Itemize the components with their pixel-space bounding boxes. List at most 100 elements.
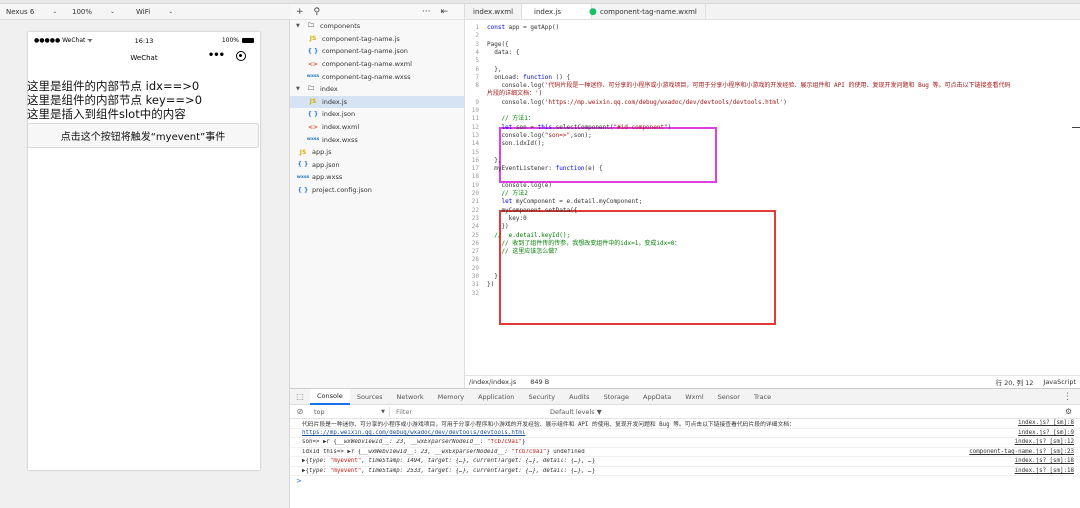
line-number: 20 bbox=[471, 190, 479, 197]
line-number: 31 bbox=[471, 281, 479, 289]
code-token: this bbox=[537, 123, 553, 131]
close-target-icon[interactable] bbox=[236, 50, 246, 61]
tree-item-app-js[interactable]: JS app.js bbox=[290, 146, 464, 159]
tree-item-component-tag-name-wxml[interactable]: <> component-tag-name.wxml bbox=[290, 58, 464, 71]
console-message-part: ▶{ bbox=[302, 458, 309, 465]
tree-item-index-wxss[interactable]: wxss index.wxss bbox=[290, 133, 464, 146]
collapse-panel-icon[interactable]: ⇤ bbox=[440, 7, 448, 17]
code-token: 片段的详细文档：' bbox=[487, 90, 539, 98]
json-file-icon: { } bbox=[307, 110, 319, 118]
trigger-myevent-button[interactable]: 点击这个按钮将触发“myevent”事件 bbox=[27, 123, 259, 148]
code-line: 10 bbox=[465, 107, 1077, 115]
tree-item-index-json[interactable]: { } index.json bbox=[290, 108, 464, 121]
code-line: 7 onLoad: function () { bbox=[465, 74, 1077, 82]
clear-console-icon[interactable]: ⊘ bbox=[290, 407, 310, 416]
code-line: 12 let son = this.selectComponent("#id-c… bbox=[465, 124, 1077, 132]
tab-component-wxml[interactable]: component-tag-name.wxml bbox=[592, 4, 706, 19]
kebab-menu-icon[interactable]: ⋮ bbox=[1063, 392, 1080, 402]
tree-item-app-json[interactable]: { } app.json bbox=[290, 159, 464, 172]
devtools-tab-wxml[interactable]: Wxml bbox=[678, 389, 710, 405]
tree-item-component-tag-name-js[interactable]: JS component-tag-name.js bbox=[290, 33, 464, 46]
source-link[interactable]: index.js? [sm]:9 bbox=[1018, 430, 1074, 436]
code-token: "#id-component" bbox=[613, 123, 668, 131]
devtools-tab-storage[interactable]: Storage bbox=[597, 389, 636, 405]
tab-index-wxml[interactable]: index.wxml bbox=[465, 4, 523, 19]
add-file-icon[interactable]: + bbox=[296, 7, 304, 17]
devtools-tab-network[interactable]: Network bbox=[390, 389, 431, 405]
code-token: } bbox=[487, 273, 498, 280]
tree-item-label: component-tag-name.wxss bbox=[322, 72, 411, 81]
more-dots-icon[interactable]: ••• bbox=[208, 50, 225, 61]
console-message-part: "myevent" bbox=[329, 458, 362, 465]
code-token: son.idxId(); bbox=[487, 140, 545, 148]
code-line: 15 bbox=[465, 149, 1077, 157]
source-link[interactable]: index.js? [sm]:8 bbox=[1018, 420, 1074, 426]
code-area[interactable]: 1 const app = getApp() 2 3 Page({4 data: {5 6… bbox=[465, 20, 1080, 372]
console-message-part[interactable]: https://mp.weixin.qq.com/debug/wxadoc/de… bbox=[302, 430, 525, 436]
line-number: 9 bbox=[475, 98, 479, 106]
tree-item-index-js[interactable]: JS index.js bbox=[290, 95, 464, 109]
key-text: 这里是组件的内部节点 key==>0 bbox=[27, 93, 203, 107]
tree-item-components[interactable]: ▼ 🗀 components bbox=[290, 20, 464, 33]
more-icon[interactable]: ··· bbox=[422, 7, 431, 17]
console-filter-input[interactable] bbox=[390, 406, 540, 417]
code-token: (e) { bbox=[584, 165, 603, 173]
phone-screen: ●●●●● WeChat ᯤ 16:13 100% WeChat ••• 这里是… bbox=[27, 32, 260, 470]
devtools-tab-audits[interactable]: Audits bbox=[562, 389, 596, 405]
context-select[interactable]: top ▼ bbox=[310, 406, 390, 417]
console-message: ▶{type: "myevent", timeStamp: 1494, targ… bbox=[290, 457, 1080, 467]
devtools-tab-console[interactable]: Console bbox=[310, 388, 350, 405]
tab-index-js[interactable]: index.js ● bbox=[522, 4, 597, 19]
code-line: 9 console.log('https://mp.weixin.qq.com/… bbox=[465, 99, 1077, 107]
tree-item-index[interactable]: ▼ 🗀 index bbox=[290, 83, 464, 96]
chevron-down-icon[interactable]: ▼ bbox=[296, 23, 304, 29]
source-link[interactable]: component-tag-name.js? [sm]:23 bbox=[969, 449, 1074, 455]
devtools-tab-application[interactable]: Application bbox=[471, 389, 521, 405]
folder-icon: 🗀 bbox=[307, 85, 314, 93]
devtools-tab-trace[interactable]: Trace bbox=[747, 389, 778, 405]
tree-item-component-tag-name-wxss[interactable]: wxss component-tag-name.wxss bbox=[290, 70, 464, 83]
network-select[interactable]: WiFi ⌄ bbox=[130, 4, 200, 20]
devtools-tab-sources[interactable]: Sources bbox=[350, 389, 390, 405]
inspect-element-icon[interactable]: ⬚ bbox=[290, 389, 310, 405]
tree-item-label: index bbox=[320, 85, 338, 94]
code-line: 21 let myComponent = e.detail.myComponen… bbox=[465, 198, 1077, 206]
tree-item-component-tag-name-json[interactable]: { } component-tag-name.json bbox=[290, 45, 464, 58]
tab-label: index.wxml bbox=[473, 7, 514, 16]
zoom-select[interactable]: 100% ⌄ bbox=[66, 4, 130, 20]
tree-item-label: components bbox=[320, 22, 361, 31]
line-number: 14 bbox=[471, 140, 479, 148]
code-line: 5 bbox=[465, 57, 1077, 65]
gear-icon[interactable]: ⚙ bbox=[1065, 407, 1072, 416]
code-token: }) bbox=[487, 223, 509, 231]
wxml-file-icon: <> bbox=[307, 60, 319, 68]
language-mode[interactable]: JavaScript bbox=[1043, 378, 1076, 386]
devtools-tab-sensor[interactable]: Sensor bbox=[711, 389, 747, 405]
search-icon[interactable]: ⚲ bbox=[314, 7, 321, 17]
devtools-panel: ⬚ Console Sources Network Memory Application… bbox=[290, 388, 1080, 508]
devtools-tab-memory[interactable]: Memory bbox=[431, 389, 471, 405]
console-message-part: , timeStamp: 1494, target: {…}, currentT… bbox=[361, 458, 592, 465]
devtools-tab-appdata[interactable]: AppData bbox=[636, 389, 678, 405]
chevron-down-icon[interactable]: ▼ bbox=[296, 86, 304, 92]
code-line: 25 // e.detail.keyId(); bbox=[465, 232, 1077, 240]
code-token: ) bbox=[538, 90, 543, 98]
source-link[interactable]: index.js? [sm]:18 bbox=[1015, 468, 1074, 474]
simulator-toolbar: Nexus 6 ⌄ 100% ⌄ WiFi ⌄ bbox=[0, 4, 290, 20]
tree-item-project-config-json[interactable]: { } project.config.json bbox=[290, 184, 464, 197]
wxml-file-icon: <> bbox=[307, 123, 319, 131]
code-line: 32 bbox=[465, 290, 1077, 298]
tree-item-app-wxss[interactable]: wxss app.wxss bbox=[290, 171, 464, 184]
source-link[interactable]: index.js? [sm]:12 bbox=[1015, 439, 1074, 445]
console-prompt[interactable]: > bbox=[290, 476, 1080, 486]
code-token: '代码片段是一种迷你、可分享的小程序或小游戏项目，可用于分享小程序和小游戏的开发… bbox=[544, 82, 1011, 90]
code-token: function bbox=[523, 73, 553, 81]
source-link[interactable]: index.js? [sm]:18 bbox=[1015, 458, 1074, 464]
log-levels-select[interactable]: Default levels ▼ bbox=[550, 408, 602, 416]
tree-item-label: index.js bbox=[322, 97, 348, 106]
line-number: 32 bbox=[471, 289, 479, 297]
line-number: 11 bbox=[471, 115, 479, 123]
device-select[interactable]: Nexus 6 ⌄ bbox=[0, 4, 66, 20]
devtools-tab-security[interactable]: Security bbox=[521, 389, 562, 405]
tree-item-index-wxml[interactable]: <> index.wxml bbox=[290, 121, 464, 134]
